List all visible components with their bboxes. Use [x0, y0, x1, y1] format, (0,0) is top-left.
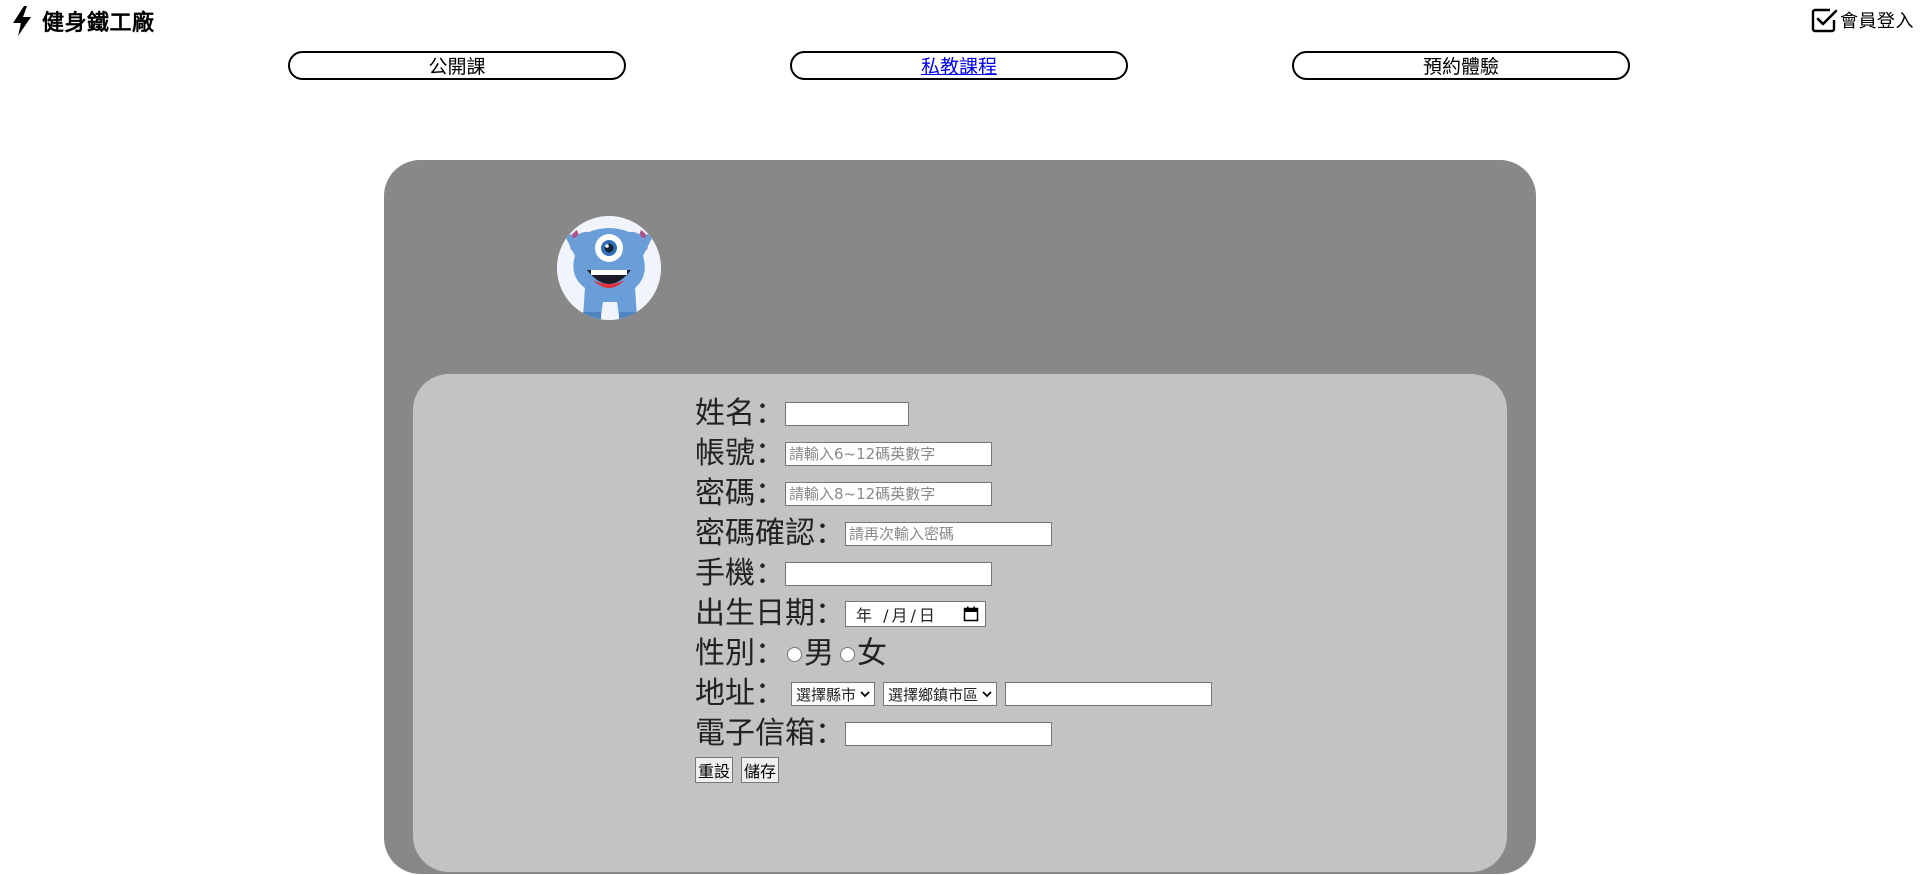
birth-date-input[interactable]: 年 /月/日	[845, 601, 986, 627]
registration-form: 姓名： 帳號： 密碼： 密碼確認： 手機： 出生日期：	[695, 390, 1213, 790]
nav-public-class-label: 公開課	[428, 57, 486, 78]
birth-date-text: 年 /月/日	[856, 606, 938, 625]
district-select-value: 選擇鄉鎮市區	[888, 685, 979, 704]
checkbox-checked-icon	[1810, 6, 1838, 34]
confirm-password-input[interactable]	[845, 522, 1052, 546]
gender-male-radio[interactable]	[787, 646, 802, 662]
chevron-down-icon	[982, 690, 992, 698]
address-detail-input[interactable]	[1005, 682, 1213, 706]
address-row: 地址： 選擇縣市 選擇鄉鎮市區	[695, 670, 1213, 711]
gender-row: 性別： 男 女	[695, 628, 1212, 672]
lightning-bolt-icon	[10, 5, 34, 37]
phone-row: 手機：	[695, 550, 1212, 591]
form-actions: 重設 儲存	[695, 750, 1212, 790]
birth-label: 出生日期：	[695, 596, 845, 631]
gender-male-label: 男	[804, 636, 834, 671]
nav-book-trial-label: 預約體驗	[1422, 57, 1499, 78]
password-row: 密碼：	[695, 470, 1212, 511]
brand-name: 健身鐵工廠	[42, 10, 155, 35]
gender-female-option[interactable]: 女	[838, 628, 887, 672]
account-label: 帳號：	[695, 436, 785, 471]
name-label: 姓名：	[695, 396, 785, 431]
member-login-button[interactable]: 會員登入	[1810, 6, 1914, 34]
login-label: 會員登入	[1840, 11, 1914, 31]
gender-female-radio[interactable]	[840, 646, 855, 662]
phone-input[interactable]	[785, 562, 992, 586]
phone-label: 手機：	[695, 556, 785, 591]
nav-private-course-link[interactable]: 私教課程	[921, 52, 997, 79]
chevron-down-icon	[860, 690, 870, 698]
gender-male-option[interactable]: 男	[785, 628, 834, 672]
district-select[interactable]: 選擇鄉鎮市區	[883, 682, 998, 706]
account-row: 帳號：	[695, 430, 1212, 471]
nav-book-trial[interactable]: 預約體驗	[1292, 51, 1630, 80]
form-panel: 姓名： 帳號： 密碼： 密碼確認： 手機： 出生日期：	[413, 374, 1507, 872]
city-select[interactable]: 選擇縣市	[791, 682, 876, 706]
reset-button[interactable]: 重設	[695, 757, 734, 783]
brand[interactable]: 健身鐵工廠	[10, 4, 155, 38]
confirm-password-row: 密碼確認：	[695, 510, 1212, 551]
nav-private-course[interactable]: 私教課程	[790, 51, 1128, 80]
birth-row: 出生日期： 年 /月/日	[695, 590, 1212, 631]
registration-card: 姓名： 帳號： 密碼： 密碼確認： 手機： 出生日期：	[384, 160, 1536, 874]
calendar-icon[interactable]	[963, 606, 979, 622]
gender-female-label: 女	[857, 636, 887, 671]
blue-monster-avatar-icon	[557, 216, 661, 320]
email-input[interactable]	[845, 722, 1052, 746]
name-row: 姓名：	[695, 390, 1212, 431]
city-select-value: 選擇縣市	[796, 685, 857, 704]
account-input[interactable]	[785, 442, 992, 466]
save-button[interactable]: 儲存	[741, 757, 780, 783]
password-label: 密碼：	[695, 476, 785, 511]
name-input[interactable]	[785, 402, 909, 426]
email-label: 電子信箱：	[695, 716, 845, 751]
gender-label: 性別：	[695, 636, 785, 671]
address-label: 地址：	[695, 676, 785, 711]
email-row: 電子信箱：	[695, 710, 1212, 751]
nav-public-class[interactable]: 公開課	[288, 51, 626, 80]
confirm-password-label: 密碼確認：	[695, 516, 845, 551]
password-input[interactable]	[785, 482, 992, 506]
